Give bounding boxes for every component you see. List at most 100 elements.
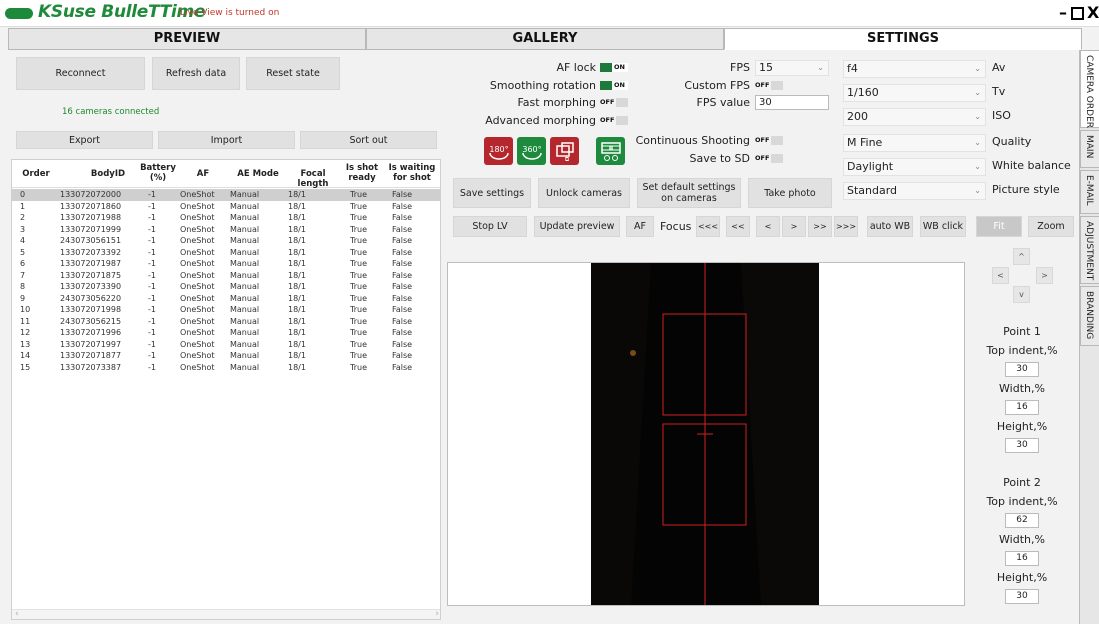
table-row[interactable]: 11 243073056215 -1 OneShot Manual 18/1 True Fal… (12, 316, 440, 328)
minimize-icon[interactable]: – (1059, 4, 1067, 22)
save-settings-button[interactable]: Save settings (453, 178, 531, 208)
table-row[interactable]: 10 133072071998 -1 OneShot Manual 18/1 True Fal… (12, 304, 440, 316)
camera-table[interactable]: Order BodyID Battery (%) AF AE Mode Foca… (11, 159, 441, 620)
close-icon[interactable]: X (1087, 4, 1099, 22)
table-row[interactable]: 7 133072071875 -1 OneShot Manual 18/1 True Fals… (12, 270, 440, 282)
point-1-width-input[interactable]: 16 (1005, 400, 1039, 415)
refresh-data-button[interactable]: Refresh data (152, 57, 240, 90)
table-cell: Manual (230, 282, 260, 291)
table-row[interactable]: 5 133072073392 -1 OneShot Manual 18/1 True Fals… (12, 247, 440, 259)
column-header[interactable]: AF (188, 169, 218, 179)
table-cell: OneShot (180, 362, 215, 372)
zoom-button[interactable]: Zoom (1028, 216, 1074, 237)
table-cell: True (350, 259, 367, 268)
column-header[interactable]: Focal length (284, 169, 342, 189)
point-2-width-input[interactable]: 16 (1005, 551, 1039, 566)
table-cell: 18/1 (288, 282, 306, 291)
save-to-sd-toggle[interactable]: OFF (755, 154, 783, 163)
film-edit-icon[interactable]: ▦ (596, 137, 625, 165)
table-row[interactable]: 1 133072071860 -1 OneShot Manual 18/1 True Fals… (12, 201, 440, 213)
white-balance-select[interactable]: Daylight ⌄ (843, 158, 986, 176)
nav-up-button[interactable]: ^ (1013, 248, 1030, 265)
point-1-height-input[interactable]: 30 (1005, 438, 1039, 453)
fps-select[interactable]: 15 ⌄ (755, 60, 829, 76)
focus-near-1-button[interactable]: > (782, 216, 806, 237)
sort-out-button[interactable]: Sort out (300, 131, 437, 149)
wb-click-button[interactable]: WB click (920, 216, 966, 237)
auto-wb-button[interactable]: auto WB (867, 216, 913, 237)
side-tab-bar: CAMERA ORDER MAIN E-MAIL ADJUSTMENT BRAN… (1079, 50, 1099, 624)
scroll-left-icon[interactable]: ‹ (15, 609, 19, 619)
af-lock-toggle[interactable]: ON (600, 63, 628, 72)
maximize-icon[interactable] (1071, 7, 1084, 20)
column-header[interactable]: Order (16, 169, 56, 179)
table-row[interactable]: 14 133072071877 -1 OneShot Manual 18/1 True Fal… (12, 350, 440, 362)
table-row[interactable]: 2 133072071988 -1 OneShot Manual 18/1 True Fals… (12, 212, 440, 224)
frames-mode-icon[interactable]: ⧉ (550, 137, 579, 165)
side-tab-adjustment[interactable]: ADJUSTMENT (1080, 216, 1099, 284)
column-header[interactable]: Is waiting for shot (384, 163, 440, 183)
nav-down-button[interactable]: v (1013, 286, 1030, 303)
reconnect-button[interactable]: Reconnect (16, 57, 145, 90)
tab-settings[interactable]: SETTINGS (724, 28, 1082, 50)
advanced-morphing-toggle[interactable]: OFF (600, 116, 628, 125)
picture-style-select[interactable]: Standard ⌄ (843, 182, 986, 200)
horizontal-scrollbar[interactable]: ‹ › (12, 609, 440, 619)
custom-fps-toggle[interactable]: OFF (755, 81, 783, 90)
table-cell: 133072072000 (60, 190, 122, 199)
focus-far-1-button[interactable]: < (756, 216, 780, 237)
side-tab-camera-order[interactable]: CAMERA ORDER (1080, 50, 1099, 128)
table-row[interactable]: 0 133072072000 -1 OneShot Manual 18/1 True Fals… (12, 189, 440, 201)
fast-morphing-toggle[interactable]: OFF (600, 98, 628, 107)
side-tab-branding[interactable]: BRANDING (1080, 286, 1099, 346)
table-row[interactable]: 3 133072071999 -1 OneShot Manual 18/1 True Fals… (12, 224, 440, 236)
take-photo-button[interactable]: Take photo (748, 178, 832, 208)
column-header[interactable]: BodyID (68, 169, 148, 179)
side-tab-email[interactable]: E-MAIL (1080, 170, 1099, 214)
table-cell: -1 (148, 362, 156, 372)
fit-button[interactable]: Fit (976, 216, 1022, 237)
iso-select[interactable]: 200 ⌄ (843, 108, 986, 126)
import-button[interactable]: Import (158, 131, 295, 149)
quality-label: Quality (992, 135, 1032, 148)
stop-lv-button[interactable]: Stop LV (453, 216, 527, 237)
table-row[interactable]: 9 243073056220 -1 OneShot Manual 18/1 True Fals… (12, 293, 440, 305)
column-header[interactable]: Battery (%) (140, 163, 176, 183)
table-row[interactable]: 8 133072073390 -1 OneShot Manual 18/1 True Fals… (12, 281, 440, 293)
point-2-height-input[interactable]: 30 (1005, 589, 1039, 604)
export-button[interactable]: Export (16, 131, 153, 149)
tab-preview[interactable]: PREVIEW (8, 28, 366, 50)
table-row[interactable]: 4 243073056151 -1 OneShot Manual 18/1 True Fals… (12, 235, 440, 247)
focus-far-3-button[interactable]: <<< (696, 216, 720, 237)
nav-left-button[interactable]: < (992, 267, 1009, 284)
rotate-180-icon[interactable]: 180° (484, 137, 513, 165)
reset-state-button[interactable]: Reset state (246, 57, 340, 90)
fps-value-input[interactable]: 30 (755, 95, 829, 110)
smoothing-rotation-toggle[interactable]: ON (600, 81, 628, 90)
focus-near-2-button[interactable]: >> (808, 216, 832, 237)
set-default-settings-button[interactable]: Set default settings on cameras (637, 178, 741, 208)
unlock-cameras-button[interactable]: Unlock cameras (538, 178, 630, 208)
tv-select[interactable]: 1/160 ⌄ (843, 84, 986, 102)
table-row[interactable]: 6 133072071987 -1 OneShot Manual 18/1 True Fals… (12, 258, 440, 270)
update-preview-button[interactable]: Update preview (534, 216, 620, 237)
point-2-top-input[interactable]: 62 (1005, 513, 1039, 528)
quality-select[interactable]: M Fine ⌄ (843, 134, 986, 152)
focus-near-3-button[interactable]: >>> (834, 216, 858, 237)
point-1-top-input[interactable]: 30 (1005, 362, 1039, 377)
live-view-image[interactable] (591, 263, 819, 605)
column-header[interactable]: Is shot ready (344, 163, 380, 183)
table-row[interactable]: 13 133072071997 -1 OneShot Manual 18/1 True Fal… (12, 339, 440, 351)
av-select[interactable]: f4 ⌄ (843, 60, 986, 78)
continuous-shooting-toggle[interactable]: OFF (755, 136, 783, 145)
side-tab-main[interactable]: MAIN (1080, 130, 1099, 168)
column-header[interactable]: AE Mode (232, 169, 284, 179)
af-button[interactable]: AF (626, 216, 654, 237)
table-row[interactable]: 12 133072071996 -1 OneShot Manual 18/1 True Fal… (12, 327, 440, 339)
nav-right-button[interactable]: > (1036, 267, 1053, 284)
table-row[interactable]: 15 133072073387 -1 OneShot Manual 18/1 True Fal… (12, 362, 440, 374)
focus-far-2-button[interactable]: << (726, 216, 750, 237)
scroll-right-icon[interactable]: › (435, 609, 439, 619)
rotate-360-icon[interactable]: 360° (517, 137, 546, 165)
tab-gallery[interactable]: GALLERY (366, 28, 724, 50)
